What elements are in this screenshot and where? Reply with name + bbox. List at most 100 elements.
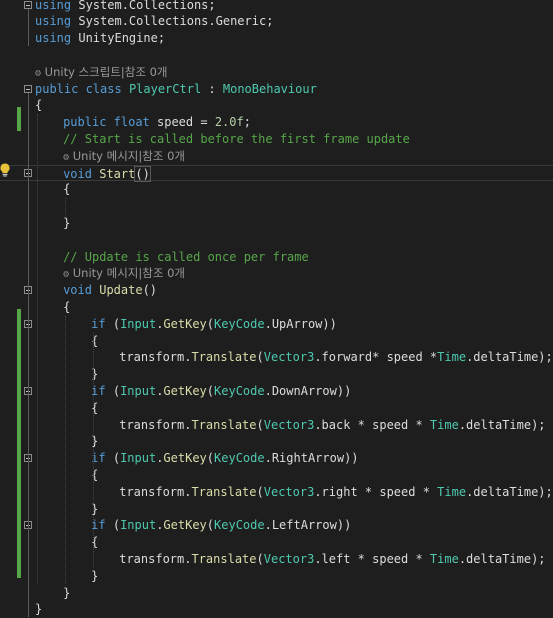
brace: } xyxy=(91,568,99,583)
code-line[interactable]: transform.Translate(Vector3.back * speed… xyxy=(0,417,553,434)
code-line[interactable]: { xyxy=(0,299,553,316)
void-keyword: void xyxy=(63,283,92,298)
code-line[interactable]: void Start() xyxy=(0,164,553,182)
code-line[interactable]: ⚙ Unity 메시지|참조 0개 xyxy=(0,265,553,282)
code-line[interactable]: transform.Translate(Vector3.right * spee… xyxy=(0,484,553,501)
lightbulb-icon[interactable] xyxy=(0,163,10,177)
vector3-struct: Vector3 xyxy=(263,484,315,499)
code-editor[interactable]: using System.Collections; using System.Co… xyxy=(0,0,553,618)
parentheses: () xyxy=(134,165,151,182)
paren: ( xyxy=(105,383,121,398)
code-text: if (Input.GetKey(KeyCode.RightArrow)) xyxy=(91,450,358,467)
transform: transform. xyxy=(119,551,192,566)
keycode-enum: KeyCode xyxy=(214,383,265,398)
collapse-icon[interactable] xyxy=(24,0,32,9)
code-line[interactable]: { xyxy=(0,467,553,484)
code-text: transform.Translate(Vector3.back * speed… xyxy=(119,417,545,434)
paren: ( xyxy=(256,417,264,432)
code-line[interactable]: using System.Collections.Generic; xyxy=(0,13,553,30)
time-class: Time xyxy=(429,551,459,566)
void-keyword: void xyxy=(63,166,92,181)
code-line[interactable]: { xyxy=(0,97,553,114)
code-line[interactable]: public class PlayerCtrl : MonoBehaviour xyxy=(0,81,553,98)
vector3-struct: Vector3 xyxy=(263,350,315,365)
time-class: Time xyxy=(429,417,459,432)
code-text: using System.Collections; xyxy=(35,0,216,13)
code-line[interactable]: } xyxy=(0,366,553,383)
getkey-method: GetKey xyxy=(163,451,207,466)
code-line[interactable]: } xyxy=(0,568,553,585)
using-keyword: using xyxy=(35,31,72,46)
code-line[interactable]: // Update is called once per frame xyxy=(0,249,553,266)
paren: ( xyxy=(206,383,215,398)
code-line[interactable]: } xyxy=(0,215,553,232)
code-line[interactable]: { xyxy=(0,181,553,198)
code-text: public float speed = 2.0f; xyxy=(63,114,251,131)
fold-connector xyxy=(28,8,29,46)
code-line[interactable]: using System.Collections; xyxy=(0,0,553,13)
direction: .back * speed * xyxy=(314,417,430,432)
code-text: { xyxy=(63,181,70,198)
code-line[interactable]: transform.Translate(Vector3.left * speed… xyxy=(0,551,553,568)
code-line[interactable]: } xyxy=(0,585,553,602)
collapse-icon[interactable] xyxy=(24,84,32,93)
keycode-enum: KeyCode xyxy=(214,451,265,466)
vector3-struct: Vector3 xyxy=(263,417,315,432)
deltatime: .deltaTime); xyxy=(458,551,546,566)
paren: ( xyxy=(256,484,264,499)
translate-method: Translate xyxy=(191,551,257,566)
code-line[interactable]: if (Input.GetKey(KeyCode.LeftArrow)) xyxy=(0,517,553,534)
namespace-name: System.Collections; xyxy=(71,0,216,12)
code-line[interactable]: if (Input.GetKey(KeyCode.UpArrow)) xyxy=(0,316,553,333)
code-text: // Start is called before the first fram… xyxy=(63,131,410,148)
code-text: } xyxy=(91,568,98,585)
keycode-value: .LeftArrow)) xyxy=(264,518,352,533)
input-class: Input xyxy=(120,383,157,398)
code-line[interactable]: { xyxy=(0,400,553,417)
code-line[interactable]: { xyxy=(0,534,553,551)
code-line[interactable]: } xyxy=(0,433,553,450)
input-class: Input xyxy=(120,451,157,466)
paren: ( xyxy=(206,451,215,466)
code-text: // Update is called once per frame xyxy=(63,249,309,266)
code-line[interactable]: if (Input.GetKey(KeyCode.DownArrow)) xyxy=(0,383,553,400)
code-text: } xyxy=(63,215,70,232)
deltatime: .deltaTime); xyxy=(466,350,553,365)
code-line[interactable]: { xyxy=(0,333,553,350)
method-name-update: Update xyxy=(99,283,143,298)
vector3-struct: Vector3 xyxy=(263,551,315,566)
paren: ( xyxy=(105,316,121,331)
code-line[interactable]: public float speed = 2.0f; xyxy=(0,114,553,131)
method-name-start: Start xyxy=(99,166,136,181)
field-value: 2.0f xyxy=(214,115,244,130)
code-line[interactable]: using UnityEngine; xyxy=(0,30,553,47)
code-text: if (Input.GetKey(KeyCode.UpArrow)) xyxy=(91,316,337,333)
deltatime: .deltaTime); xyxy=(458,417,546,432)
colon: : xyxy=(201,81,223,96)
keycode-enum: KeyCode xyxy=(214,518,265,533)
paren: ( xyxy=(105,518,121,533)
code-text: public class PlayerCtrl : MonoBehaviour xyxy=(35,81,317,98)
code-line[interactable]: } xyxy=(0,501,553,518)
keycode-enum: KeyCode xyxy=(214,316,265,331)
class-name: PlayerCtrl xyxy=(128,81,202,96)
brace: { xyxy=(63,299,71,314)
code-line[interactable]: void Update() xyxy=(0,282,553,299)
comment: // Start is called before the first fram… xyxy=(63,131,410,146)
getkey-method: GetKey xyxy=(163,518,207,533)
code-line[interactable]: ⚙ Unity 스크립트|참조 0개 xyxy=(0,64,553,81)
code-line[interactable]: transform.Translate(Vector3.forward* spe… xyxy=(0,349,553,366)
deltatime: .deltaTime); xyxy=(466,484,553,499)
code-line[interactable]: ⚙ Unity 메시지|참조 0개 xyxy=(0,148,553,165)
base-class-name: MonoBehaviour xyxy=(222,81,317,96)
keycode-value: .RightArrow)) xyxy=(264,451,359,466)
keycode-value: .DownArrow)) xyxy=(264,383,352,398)
fold-connector xyxy=(28,294,29,601)
code-line[interactable]: // Start is called before the first fram… xyxy=(0,131,553,148)
code-text: } xyxy=(63,585,70,602)
transform: transform. xyxy=(119,417,192,432)
translate-method: Translate xyxy=(191,350,257,365)
code-line[interactable]: if (Input.GetKey(KeyCode.RightArrow)) xyxy=(0,450,553,467)
code-line[interactable]: } xyxy=(0,601,553,618)
